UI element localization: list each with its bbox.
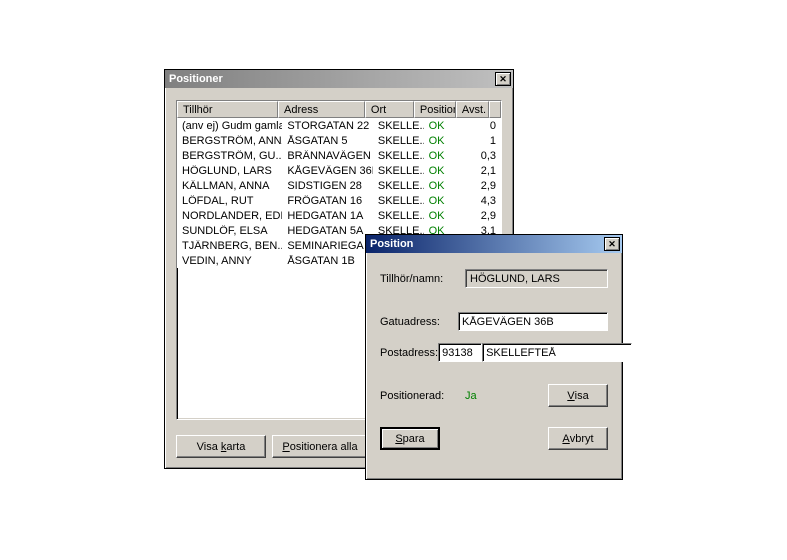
cell: 2,9 <box>467 180 501 192</box>
cell: BRÄNNAVÄGEN 2 <box>282 150 373 162</box>
col-tillhor[interactable]: Tillhör <box>177 101 278 118</box>
table-row[interactable]: HÖGLUND, LARSKÅGEVÄGEN 36BSKELLE...OK2,1 <box>177 163 501 178</box>
cell: SUNDLÖF, ELSA <box>177 225 282 237</box>
cell: SKELLE... <box>373 120 424 132</box>
cell: 4,3 <box>467 195 501 207</box>
cell: NORDLANDER, EDIT <box>177 210 282 222</box>
spara-button[interactable]: Spara <box>380 427 440 450</box>
position-title: Position <box>370 238 413 250</box>
positioner-title: Positioner <box>169 73 223 85</box>
input-postnr[interactable] <box>438 343 482 362</box>
avbryt-button[interactable]: Avbryt <box>548 427 608 450</box>
dialog-button-row: Spara Avbryt <box>380 427 608 450</box>
input-postort[interactable] <box>482 343 632 362</box>
label-positionerad: Positionerad: <box>380 390 465 402</box>
listview-header: Tillhör Adress Ort Position Avst. <box>177 101 501 118</box>
cell: BERGSTRÖM, ANNA <box>177 135 282 147</box>
cell: HÖGLUND, LARS <box>177 165 282 177</box>
cell: (anv ej) Gudm gamla <box>177 120 282 132</box>
table-row[interactable]: BERGSTRÖM, GU...BRÄNNAVÄGEN 2SKELLE...OK… <box>177 148 501 163</box>
cell: ÅSGATAN 1B <box>282 255 373 267</box>
col-avst[interactable]: Avst. <box>456 101 489 118</box>
cell: OK <box>424 150 467 162</box>
table-row[interactable]: BERGSTRÖM, ANNAÅSGATAN 5SKELLE...OK1 <box>177 133 501 148</box>
table-row[interactable]: KÄLLMAN, ANNASIDSTIGEN 28SKELLE...OK2,9 <box>177 178 501 193</box>
cell: SEMINARIEGA <box>282 240 373 252</box>
table-row[interactable]: LÖFDAL, RUTFRÖGATAN 16SKELLE...OK4,3 <box>177 193 501 208</box>
position-titlebar[interactable]: Position ✕ <box>366 235 622 253</box>
label-gatuadress: Gatuadress: <box>380 316 458 328</box>
cell: OK <box>424 120 467 132</box>
input-gatuadress[interactable] <box>458 312 608 331</box>
cell: KÄLLMAN, ANNA <box>177 180 282 192</box>
cell: OK <box>424 195 467 207</box>
field-tillhor-namn: HÖGLUND, LARS <box>465 269 608 288</box>
cell: SKELLE... <box>373 210 424 222</box>
value-positionerad: Ja <box>465 390 477 402</box>
col-spacer <box>489 101 501 118</box>
cell: SKELLE... <box>373 180 424 192</box>
cell: SKELLE... <box>373 150 424 162</box>
row-tillhor-namn: Tillhör/namn: HÖGLUND, LARS <box>380 269 608 288</box>
cell: TJÄRNBERG, BEN... <box>177 240 282 252</box>
visa-karta-button[interactable]: Visa karta <box>176 435 266 458</box>
cell: SIDSTIGEN 28 <box>282 180 373 192</box>
cell: HEDGATAN 5A <box>282 225 373 237</box>
col-ort[interactable]: Ort <box>365 101 414 118</box>
close-icon[interactable]: ✕ <box>495 72 511 86</box>
cell: 1 <box>467 135 501 147</box>
cell: FRÖGATAN 16 <box>282 195 373 207</box>
cell: 0,3 <box>467 150 501 162</box>
cell: OK <box>424 135 467 147</box>
cell: 0 <box>467 120 501 132</box>
cell: STORGATAN 22 <box>282 120 373 132</box>
cell: SKELLE... <box>373 195 424 207</box>
table-row[interactable]: (anv ej) Gudm gamlaSTORGATAN 22SKELLE...… <box>177 118 501 133</box>
row-gatuadress: Gatuadress: <box>380 312 608 331</box>
table-row[interactable]: NORDLANDER, EDITHEDGATAN 1ASKELLE...OK2,… <box>177 208 501 223</box>
bottom-button-bar: Visa karta Positionera alla <box>176 435 368 458</box>
position-window: Position ✕ Tillhör/namn: HÖGLUND, LARS G… <box>365 234 623 480</box>
cell: SKELLE... <box>373 135 424 147</box>
cell: 2,9 <box>467 210 501 222</box>
cell: ÅSGATAN 5 <box>282 135 373 147</box>
cell: OK <box>424 180 467 192</box>
label-postadress: Postadress: <box>380 347 438 359</box>
position-form: Tillhör/namn: HÖGLUND, LARS Gatuadress: … <box>366 253 622 460</box>
cell: OK <box>424 165 467 177</box>
visa-button[interactable]: Visa <box>548 384 608 407</box>
cell: KÅGEVÄGEN 36B <box>282 165 373 177</box>
cell: 2,1 <box>467 165 501 177</box>
cell: LÖFDAL, RUT <box>177 195 282 207</box>
label-tillhor-namn: Tillhör/namn: <box>380 273 465 285</box>
col-position[interactable]: Position <box>414 101 456 118</box>
row-positionerad: Positionerad: Ja Visa <box>380 384 608 407</box>
cell: HEDGATAN 1A <box>282 210 373 222</box>
row-postadress: Postadress: <box>380 343 608 362</box>
col-adress[interactable]: Adress <box>278 101 365 118</box>
close-icon[interactable]: ✕ <box>604 237 620 251</box>
cell: SKELLE... <box>373 165 424 177</box>
cell: VEDIN, ANNY <box>177 255 282 267</box>
cell: OK <box>424 210 467 222</box>
positioner-titlebar[interactable]: Positioner ✕ <box>165 70 513 88</box>
cell: BERGSTRÖM, GU... <box>177 150 282 162</box>
positionera-alla-button[interactable]: Positionera alla <box>272 435 368 458</box>
